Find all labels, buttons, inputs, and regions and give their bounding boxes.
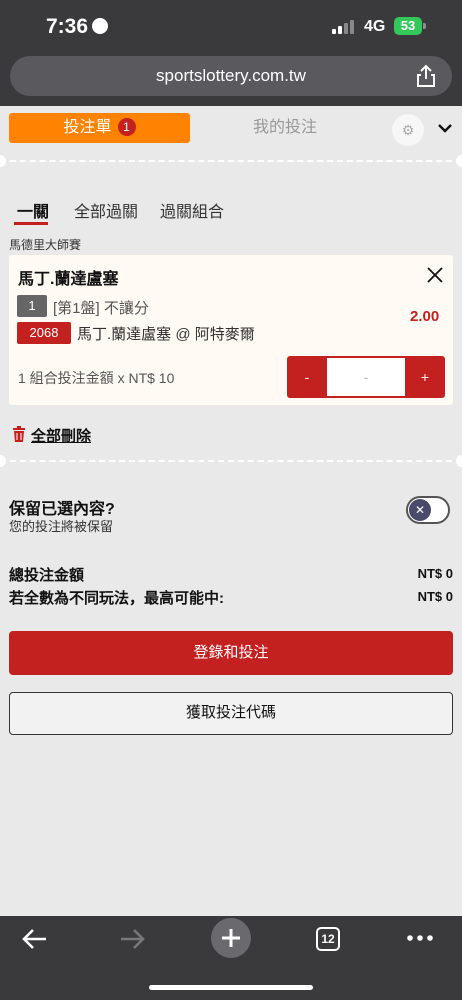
smiley-icon	[92, 18, 109, 34]
network-type: 4G	[364, 18, 386, 35]
address-bar[interactable]: sportslottery.com.tw	[10, 56, 452, 96]
event-code-chip: 2068	[17, 322, 71, 344]
subtab-active-indicator	[14, 222, 48, 225]
status-time: 7:36	[46, 15, 109, 39]
forward-arrow-icon[interactable]	[117, 924, 147, 954]
max-win-label: 若全數為不同玩法，最高可能中:	[9, 590, 224, 607]
trash-icon[interactable]	[12, 426, 26, 442]
divider-notch	[456, 455, 462, 467]
increase-button[interactable]: +	[405, 356, 445, 398]
tab-betslip[interactable]: 投注單 1	[9, 113, 190, 143]
market-number-chip: 1	[17, 295, 47, 317]
max-win-value: NT$ 0	[417, 589, 453, 604]
tab-my-bets[interactable]: 我的投注	[190, 113, 380, 143]
selection-text: 馬丁.蘭達盧塞 @ 阿特麥爾	[77, 326, 255, 343]
tabs-button[interactable]: 12	[316, 927, 340, 951]
share-icon[interactable]	[415, 64, 437, 88]
divider	[0, 160, 462, 162]
login-and-bet-button[interactable]: 登錄和投注	[9, 631, 453, 675]
subtab-parlay-combo[interactable]: 過關組合	[160, 198, 224, 222]
subtab-single[interactable]: 一關	[17, 198, 49, 222]
more-icon[interactable]	[406, 934, 434, 942]
delete-all-link[interactable]: 全部刪除	[31, 425, 91, 446]
chevron-down-icon[interactable]	[436, 119, 454, 137]
divider	[0, 460, 462, 462]
plus-icon	[222, 929, 240, 947]
stake-input[interactable]: -	[327, 358, 405, 396]
divider-notch	[456, 155, 462, 167]
toggle-off-icon: ✕	[409, 499, 431, 521]
bet-title: 馬丁.蘭達盧塞	[18, 271, 119, 288]
subtab-all-parlay[interactable]: 全部過關	[74, 198, 138, 222]
battery-icon: 53	[394, 17, 422, 35]
betslip-count-badge: 1	[117, 118, 136, 136]
get-bet-code-button[interactable]: 獲取投注代碼	[9, 692, 453, 735]
total-stake-value: NT$ 0	[417, 566, 453, 581]
total-stake-label: 總投注金額	[9, 567, 85, 584]
decrease-button[interactable]: -	[287, 356, 327, 398]
battery-tip	[423, 23, 426, 29]
stake-label: 1 組合投注金額 x NT$ 10	[18, 370, 175, 386]
league-name: 馬德里大師賽	[9, 238, 82, 252]
back-arrow-icon[interactable]	[20, 924, 50, 954]
odds-value: 2.00	[410, 308, 440, 325]
close-icon[interactable]	[425, 265, 445, 285]
market-text: [第1盤] 不讓分	[53, 300, 149, 317]
home-indicator	[149, 985, 313, 990]
signal-icon	[332, 20, 356, 34]
keep-selection-subtitle: 您的投注將被保留	[9, 519, 114, 534]
settings-icon[interactable]: ⚙	[392, 114, 424, 146]
